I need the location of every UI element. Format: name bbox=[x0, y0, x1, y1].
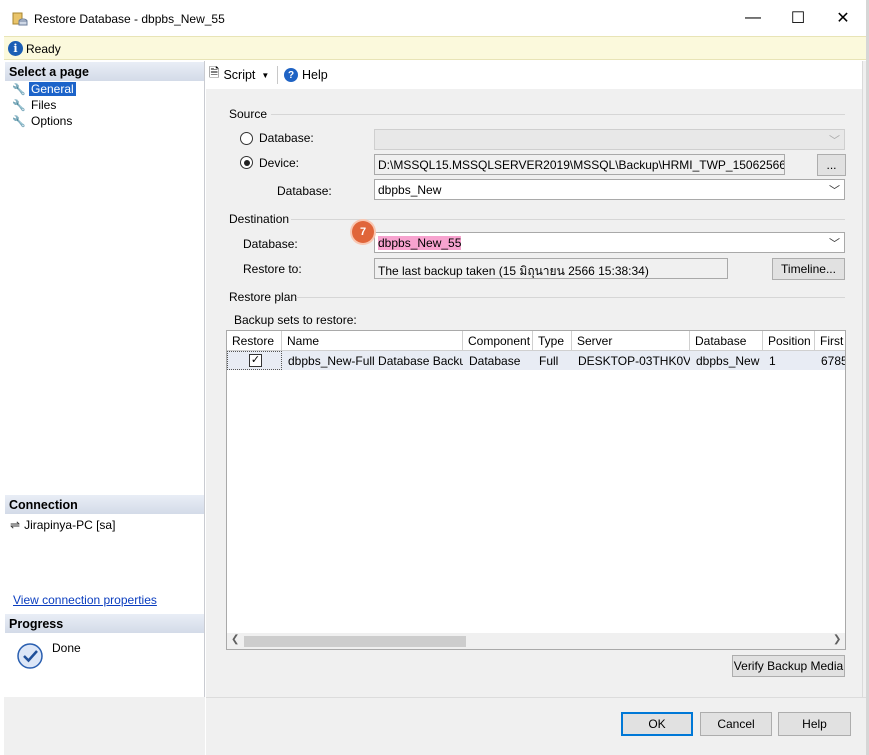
browse-device-button[interactable]: ... bbox=[817, 154, 846, 176]
minimize-icon: — bbox=[745, 9, 761, 26]
select-page-header: Select a page bbox=[5, 62, 204, 81]
minimize-button[interactable]: — bbox=[731, 4, 775, 32]
view-connection-properties-link[interactable]: View connection properties bbox=[13, 593, 157, 607]
connection-value: Jirapinya-PC [sa] bbox=[24, 518, 116, 532]
backup-sets-label: Backup sets to restore: bbox=[234, 313, 357, 327]
connection-header: Connection bbox=[5, 495, 204, 514]
chevron-down-icon: ﹀ bbox=[829, 238, 840, 250]
horizontal-scrollbar[interactable]: ❮ ❯ bbox=[227, 633, 845, 649]
restore-to-label: Restore to: bbox=[243, 262, 302, 276]
scroll-left-icon[interactable]: ❮ bbox=[231, 634, 239, 645]
wrench-icon: 🔧 bbox=[12, 83, 26, 96]
destination-database-label: Database: bbox=[243, 237, 298, 251]
device-radio-label: Device: bbox=[259, 156, 300, 170]
page-item-options[interactable]: 🔧 Options bbox=[12, 113, 74, 129]
info-icon: i bbox=[8, 41, 23, 56]
restore-plan-group-title: Restore plan bbox=[229, 290, 298, 304]
help-button[interactable]: Help bbox=[778, 712, 851, 736]
progress-header: Progress bbox=[5, 614, 204, 633]
toolbar: 🗎 Script ▼ ? Help bbox=[205, 61, 866, 89]
progress-done-icon bbox=[16, 642, 44, 673]
toolbar-divider bbox=[277, 66, 278, 84]
column-header-position[interactable]: Position bbox=[763, 331, 815, 351]
step-badge: 7 bbox=[352, 221, 374, 243]
column-header-component[interactable]: Component bbox=[463, 331, 533, 351]
page-item-general[interactable]: 🔧 General bbox=[12, 81, 76, 97]
restore-database-icon bbox=[12, 11, 28, 27]
source-backup-database-select[interactable]: dbpbs_New ﹀ bbox=[374, 179, 845, 200]
database-radio-label: Database: bbox=[259, 131, 314, 145]
restore-to-field: The last backup taken (15 มิถุนายน 2566 … bbox=[374, 258, 728, 279]
help-label: Help bbox=[302, 68, 328, 82]
connection-info: ⇌ Jirapinya-PC [sa] bbox=[10, 518, 115, 532]
restore-checkbox[interactable]: ✓ bbox=[249, 354, 262, 367]
chevron-down-icon: ﹀ bbox=[829, 185, 840, 197]
source-divider bbox=[271, 114, 845, 115]
page-item-files[interactable]: 🔧 Files bbox=[12, 97, 58, 113]
source-database-label: Database: bbox=[277, 184, 332, 198]
scroll-thumb[interactable] bbox=[244, 636, 466, 647]
left-pane: Select a page 🔧 General 🔧 Files 🔧 Option… bbox=[4, 61, 205, 697]
column-header-database[interactable]: Database bbox=[690, 331, 763, 351]
destination-database-select[interactable]: dbpbs_New_55 ﹀ bbox=[374, 232, 845, 253]
chevron-down-icon: ▼ bbox=[261, 70, 270, 80]
row-position: 1 bbox=[763, 351, 815, 370]
chevron-down-icon: ﹀ bbox=[829, 135, 840, 147]
destination-database-value: dbpbs_New_55 bbox=[378, 236, 462, 250]
script-label: Script bbox=[223, 68, 256, 82]
progress-status: Done bbox=[52, 641, 81, 655]
restore-checkbox-cell[interactable]: ✓ bbox=[227, 351, 282, 370]
row-database: dbpbs_New bbox=[690, 351, 763, 370]
restore-plan-divider bbox=[296, 297, 845, 298]
left-bottom-area bbox=[4, 697, 205, 755]
close-button[interactable]: ✕ bbox=[821, 4, 865, 32]
script-icon: 🗎 bbox=[209, 65, 220, 80]
maximize-button[interactable]: ☐ bbox=[776, 4, 820, 32]
verify-backup-media-button[interactable]: Verify Backup Media bbox=[732, 655, 845, 677]
row-component: Database bbox=[463, 351, 533, 370]
page-item-label: Files bbox=[31, 98, 57, 112]
destination-group-title: Destination bbox=[229, 212, 290, 226]
help-toolbar-button[interactable]: ? Help bbox=[284, 67, 328, 83]
vertical-scrollbar[interactable] bbox=[862, 61, 866, 697]
column-header-restore[interactable]: Restore bbox=[227, 331, 282, 351]
column-header-name[interactable]: Name bbox=[282, 331, 463, 351]
ok-button[interactable]: OK bbox=[621, 712, 693, 736]
connection-icon: ⇌ bbox=[10, 518, 21, 532]
source-group-title: Source bbox=[229, 107, 268, 121]
destination-divider bbox=[291, 219, 845, 220]
backup-sets-grid[interactable]: Restore Name Component Type Server Datab… bbox=[226, 330, 846, 650]
source-database-value: dbpbs_New bbox=[378, 183, 442, 197]
row-type: Full bbox=[533, 351, 572, 370]
maximize-icon: ☐ bbox=[790, 10, 806, 27]
page-item-label: Options bbox=[31, 114, 73, 128]
help-icon: ? bbox=[284, 68, 298, 82]
script-button[interactable]: 🗎 Script ▼ bbox=[209, 65, 270, 83]
close-icon: ✕ bbox=[836, 10, 850, 27]
device-path-field[interactable]: D:\MSSQL15.MSSQLSERVER2019\MSSQL\Backup\… bbox=[374, 154, 785, 175]
wrench-icon: 🔧 bbox=[12, 99, 26, 112]
status-bar: i Ready bbox=[4, 36, 866, 60]
database-radio[interactable] bbox=[240, 132, 253, 145]
title-bar: Restore Database - dbpbs_New_55 — ☐ ✕ bbox=[0, 0, 869, 36]
wrench-icon: 🔧 bbox=[12, 115, 26, 128]
window-title: Restore Database - dbpbs_New_55 bbox=[34, 12, 225, 26]
scroll-right-icon[interactable]: ❯ bbox=[833, 634, 841, 645]
page-item-label: General bbox=[29, 82, 76, 96]
row-server: DESKTOP-03THK0V bbox=[572, 351, 690, 370]
timeline-button[interactable]: Timeline... bbox=[772, 258, 845, 280]
row-first-lsn: 6785 bbox=[815, 351, 845, 370]
row-name: dbpbs_New-Full Database Backup bbox=[282, 351, 463, 370]
column-header-first-lsn[interactable]: First L bbox=[815, 331, 845, 351]
device-radio[interactable] bbox=[240, 156, 253, 169]
column-header-type[interactable]: Type bbox=[533, 331, 572, 351]
column-header-server[interactable]: Server bbox=[572, 331, 690, 351]
cancel-button[interactable]: Cancel bbox=[700, 712, 772, 736]
source-database-select[interactable]: ﹀ bbox=[374, 129, 845, 150]
status-text: Ready bbox=[26, 42, 61, 56]
